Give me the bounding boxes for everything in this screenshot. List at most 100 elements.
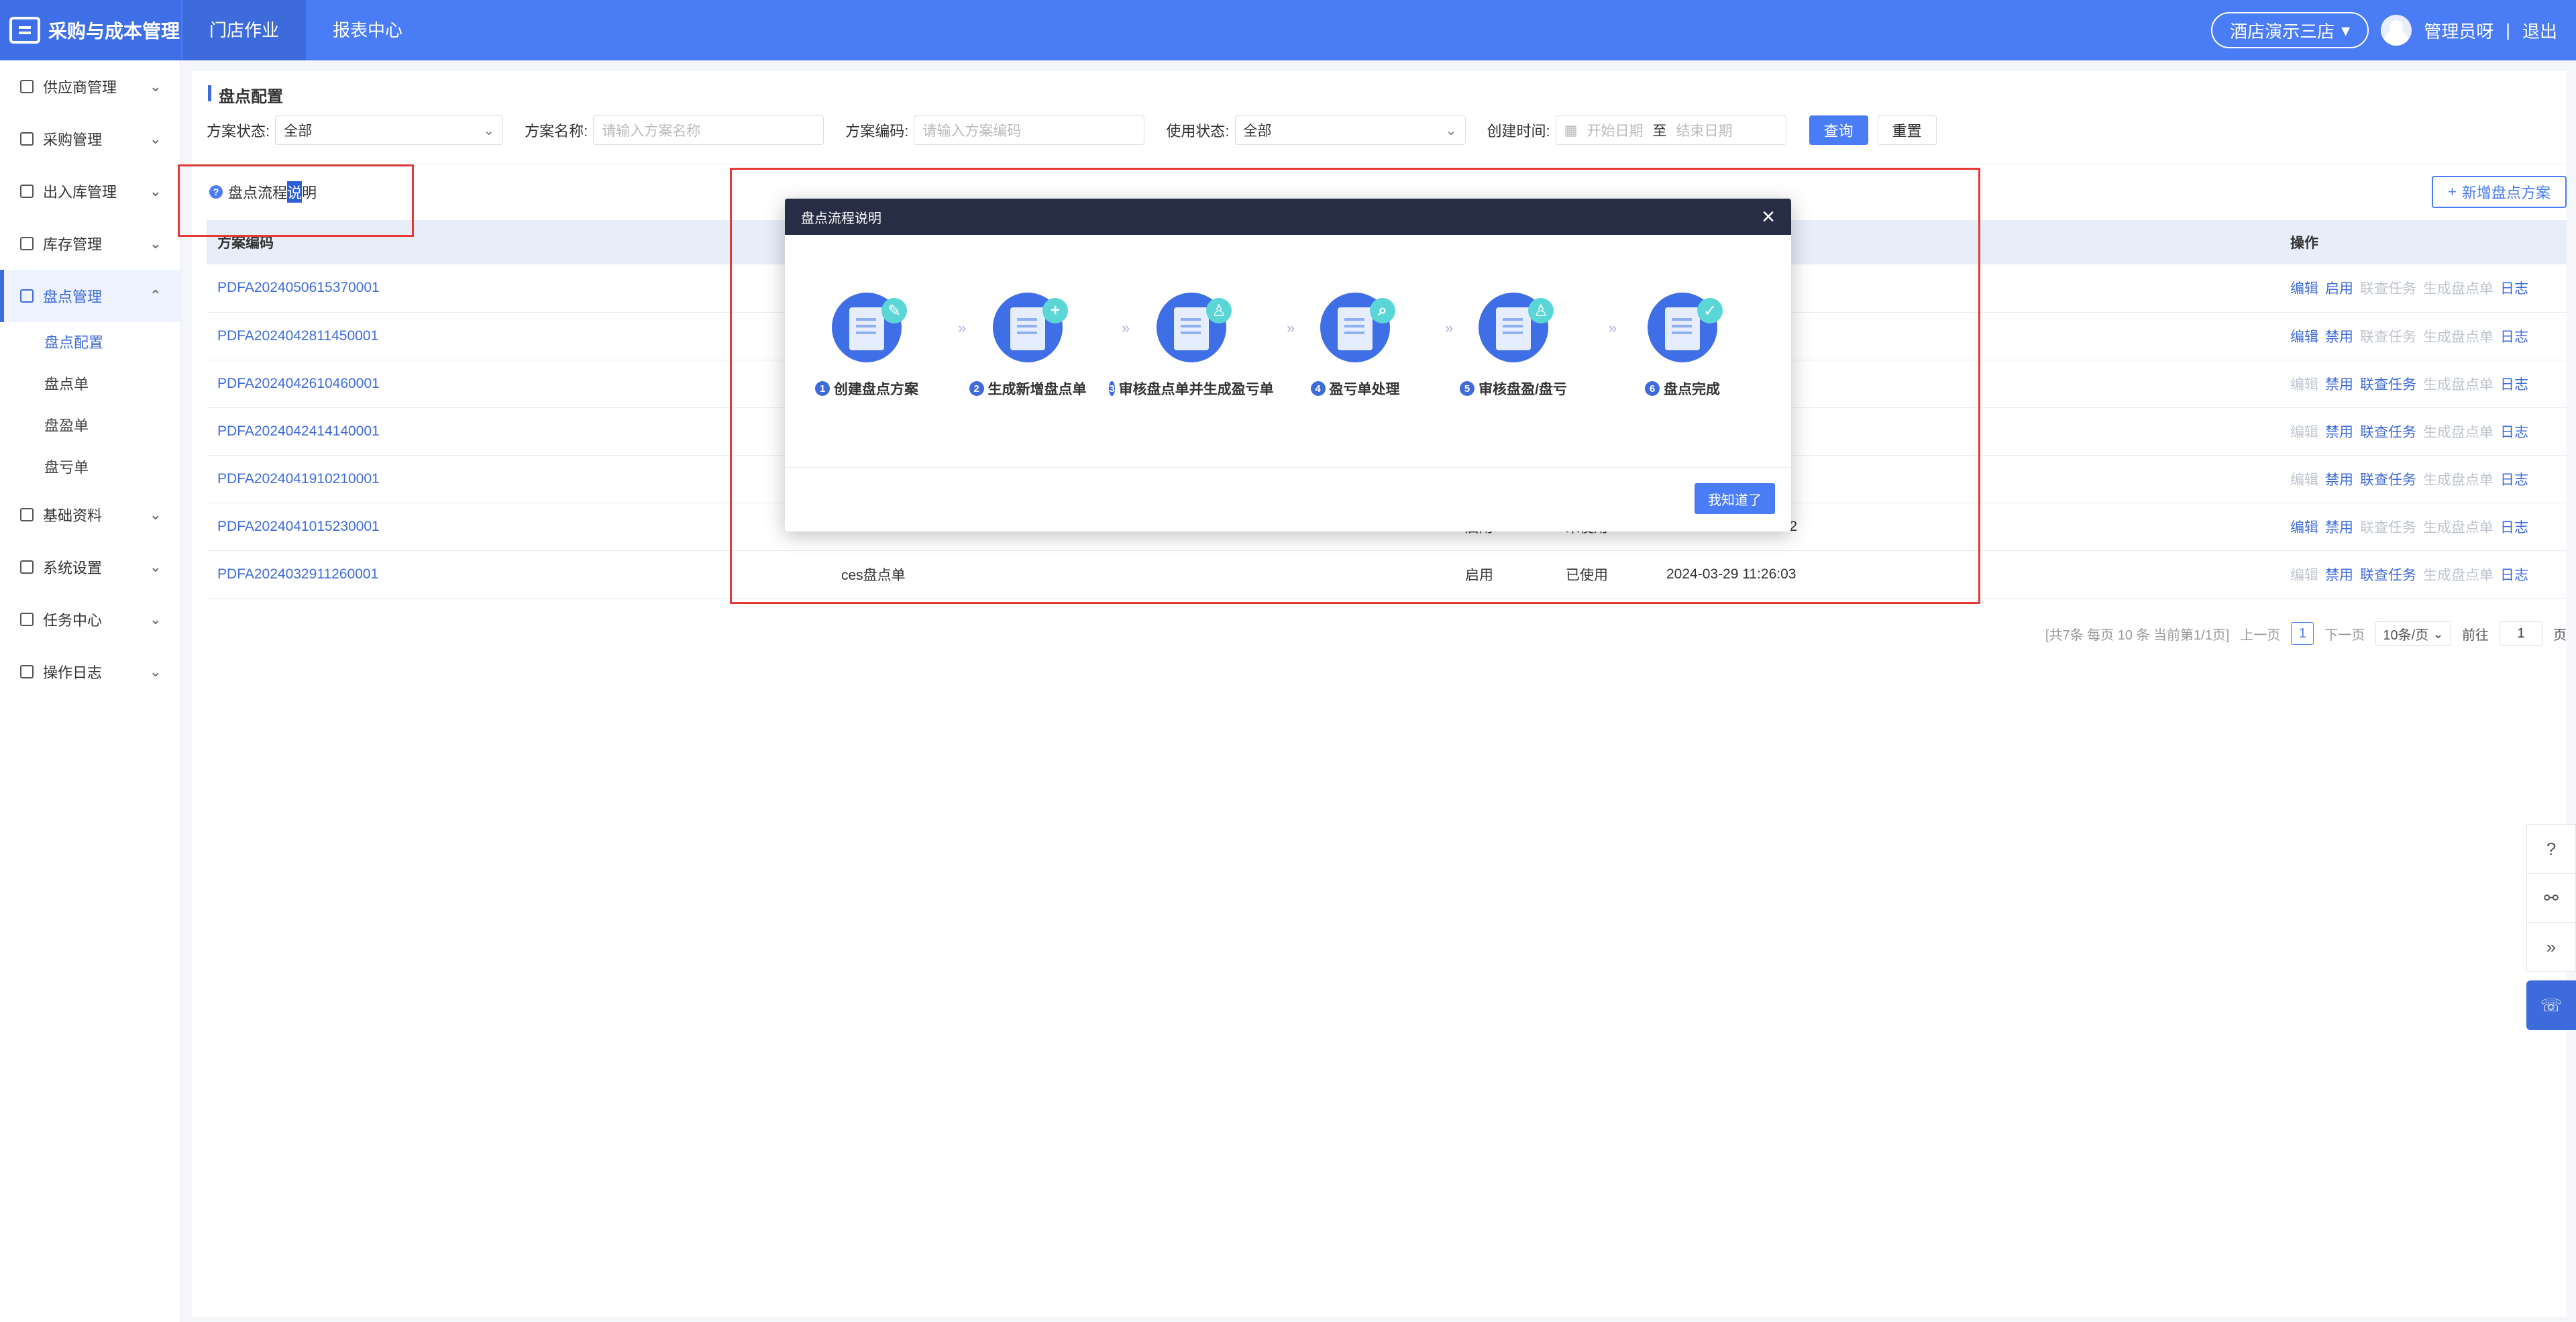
magnifier-icon: ⌕ bbox=[1320, 293, 1395, 362]
sidebar-item-op-log[interactable]: 操作日志 ⌄ bbox=[0, 646, 180, 698]
goto-page-input[interactable]: 1 bbox=[2500, 621, 2542, 646]
logout-link[interactable]: 退出 bbox=[2522, 18, 2557, 43]
reset-button[interactable]: 重置 bbox=[1877, 115, 1937, 145]
avatar[interactable] bbox=[2381, 15, 2412, 46]
toggle-status-button[interactable]: 禁用 bbox=[2325, 329, 2353, 345]
user-name[interactable]: 管理员呀 bbox=[2424, 18, 2493, 43]
header-separator: | bbox=[2506, 19, 2510, 40]
brand[interactable]: 采购与成本管理 bbox=[0, 0, 181, 60]
log-button[interactable]: 日志 bbox=[2500, 281, 2528, 297]
sidebar-item-inout[interactable]: 出入库管理 ⌄ bbox=[0, 165, 180, 217]
sidebar-sub-loss-order[interactable]: 盘亏单 bbox=[0, 447, 180, 489]
sidebar-item-stocktake[interactable]: 盘点管理 ⌃ bbox=[0, 270, 180, 322]
collapse-icon[interactable]: » bbox=[2526, 922, 2576, 972]
link-icon[interactable]: ⚯ bbox=[2526, 873, 2576, 923]
calendar-icon: ▦ bbox=[1564, 122, 1578, 138]
pager-summary: [共7条 每页 10 条 当前第1/1页] bbox=[2045, 627, 2230, 643]
query-button[interactable]: 查询 bbox=[1809, 115, 1868, 145]
name-input[interactable]: 请输入方案名称 bbox=[593, 115, 824, 145]
sidebar-item-settings[interactable]: 系统设置 ⌄ bbox=[0, 541, 180, 593]
add-plan-label: 新增盘点方案 bbox=[2461, 185, 2551, 201]
caret-down-icon: ▾ bbox=[2341, 19, 2351, 40]
highlight-box-help bbox=[178, 164, 414, 237]
query-task-button[interactable]: 联查任务 bbox=[2360, 568, 2416, 583]
log-button[interactable]: 日志 bbox=[2500, 329, 2528, 345]
edit-button[interactable]: 编辑 bbox=[2290, 520, 2318, 536]
start-date-placeholder[interactable]: 开始日期 bbox=[1587, 120, 1643, 140]
date-range-separator: 至 bbox=[1652, 123, 1667, 139]
query-task-button[interactable]: 联查任务 bbox=[2360, 425, 2416, 440]
step-label: 审核盘点单并生成盈亏单 bbox=[1118, 382, 1274, 397]
status-select[interactable]: 全部 ⌄ bbox=[275, 115, 504, 145]
toggle-status-button[interactable]: 禁用 bbox=[2325, 520, 2353, 536]
generate-order-button: 生成盘点单 bbox=[2423, 424, 2493, 440]
chevron-down-icon: ⌄ bbox=[149, 235, 162, 252]
sidebar-item-supplier[interactable]: 供应商管理 ⌄ bbox=[0, 60, 180, 113]
page-size-select[interactable]: 10条/页 ⌄ bbox=[2375, 621, 2451, 646]
log-button[interactable]: 日志 bbox=[2500, 568, 2528, 583]
process-step-2: + 2 生成新增盘点单 bbox=[947, 293, 1108, 399]
close-icon[interactable]: × bbox=[1762, 205, 1775, 228]
use-status-value: 全部 bbox=[1243, 123, 1272, 139]
page-number-current[interactable]: 1 bbox=[2291, 622, 2314, 645]
end-date-placeholder[interactable]: 结束日期 bbox=[1676, 120, 1732, 140]
sidebar-item-label: 供应商管理 bbox=[43, 79, 117, 96]
toggle-status-button[interactable]: 禁用 bbox=[2325, 568, 2353, 583]
cell-operations: 编辑 禁用 联查任务 生成盘点单 日志 bbox=[2279, 360, 2567, 408]
step-label: 审核盘盈/盘亏 bbox=[1479, 382, 1567, 397]
toggle-status-button[interactable]: 启用 bbox=[2325, 281, 2353, 297]
edit-button[interactable]: 编辑 bbox=[2290, 281, 2318, 297]
edit-button[interactable]: 编辑 bbox=[2290, 329, 2318, 345]
customer-service-icon[interactable]: ☏ bbox=[2526, 980, 2576, 1030]
prev-page-button[interactable]: 上一页 bbox=[2240, 624, 2280, 644]
query-task-button[interactable]: 联查任务 bbox=[2360, 472, 2416, 488]
generate-order-button: 生成盘点单 bbox=[2423, 376, 2493, 393]
check-icon: ✓ bbox=[1648, 293, 1723, 362]
toggle-status-button[interactable]: 禁用 bbox=[2325, 472, 2353, 488]
date-range-picker[interactable]: ▦ 开始日期 至 结束日期 bbox=[1555, 115, 1786, 145]
edit-button: 编辑 bbox=[2290, 472, 2318, 488]
app-title: 采购与成本管理 bbox=[48, 21, 180, 42]
goto-label: 前往 bbox=[2462, 627, 2489, 643]
step-number: 3 bbox=[1109, 381, 1115, 396]
sidebar-item-basic-data[interactable]: 基础资料 ⌄ bbox=[0, 489, 180, 541]
chevron-down-icon: ⌄ bbox=[149, 558, 162, 575]
store-select[interactable]: 酒店演示三店 ▾ bbox=[2211, 12, 2369, 48]
sidebar-item-inventory[interactable]: 库存管理 ⌄ bbox=[0, 217, 180, 270]
toggle-status-button[interactable]: 禁用 bbox=[2325, 377, 2353, 393]
toggle-status-button[interactable]: 禁用 bbox=[2325, 425, 2353, 440]
sidebar-item-label: 出入库管理 bbox=[43, 184, 117, 201]
next-page-button[interactable]: 下一页 bbox=[2324, 624, 2365, 644]
log-button[interactable]: 日志 bbox=[2500, 520, 2528, 536]
chevron-down-icon: ⌄ bbox=[149, 130, 162, 147]
sidebar-item-task-center[interactable]: 任务中心 ⌄ bbox=[0, 593, 180, 646]
store-name: 酒店演示三店 bbox=[2230, 21, 2335, 42]
sidebar-sub-stocktake-config[interactable]: 盘点配置 bbox=[0, 322, 180, 364]
add-plan-button[interactable]: + 新增盘点方案 bbox=[2432, 176, 2567, 208]
log-button[interactable]: 日志 bbox=[2500, 472, 2528, 488]
help-icon[interactable]: ? bbox=[2526, 824, 2576, 874]
nav-report-center[interactable]: 报表中心 bbox=[306, 0, 429, 60]
modal-title: 盘点流程说明 bbox=[801, 211, 881, 226]
chevron-down-icon: ⌄ bbox=[2432, 626, 2444, 642]
page-title: 盘点配置 bbox=[208, 83, 283, 107]
plus-icon: + bbox=[2448, 183, 2457, 200]
nav-store-ops[interactable]: 门店作业 bbox=[182, 0, 307, 60]
gear-icon bbox=[20, 560, 34, 574]
got-it-button[interactable]: 我知道了 bbox=[1695, 483, 1775, 514]
modal-footer-divider bbox=[785, 467, 1791, 468]
code-input[interactable]: 请输入方案编码 bbox=[914, 115, 1145, 145]
log-button[interactable]: 日志 bbox=[2500, 377, 2528, 393]
query-task-button: 联查任务 bbox=[2360, 281, 2416, 297]
query-task-button[interactable]: 联查任务 bbox=[2360, 377, 2416, 393]
edit-button: 编辑 bbox=[2290, 567, 2318, 583]
use-status-select[interactable]: 全部 ⌄ bbox=[1234, 115, 1466, 145]
sidebar-item-purchase[interactable]: 采购管理 ⌄ bbox=[0, 113, 180, 165]
step-number: 6 bbox=[1645, 381, 1660, 396]
approve-icon: ♙ bbox=[1479, 293, 1554, 362]
sidebar-sub-surplus-order[interactable]: 盘盈单 bbox=[0, 405, 180, 447]
sidebar-item-label: 库存管理 bbox=[43, 236, 103, 253]
sidebar-sub-stocktake-order[interactable]: 盘点单 bbox=[0, 364, 180, 405]
log-button[interactable]: 日志 bbox=[2500, 425, 2528, 440]
header-right: 酒店演示三店 ▾ 管理员呀 | 退出 bbox=[2211, 0, 2557, 60]
